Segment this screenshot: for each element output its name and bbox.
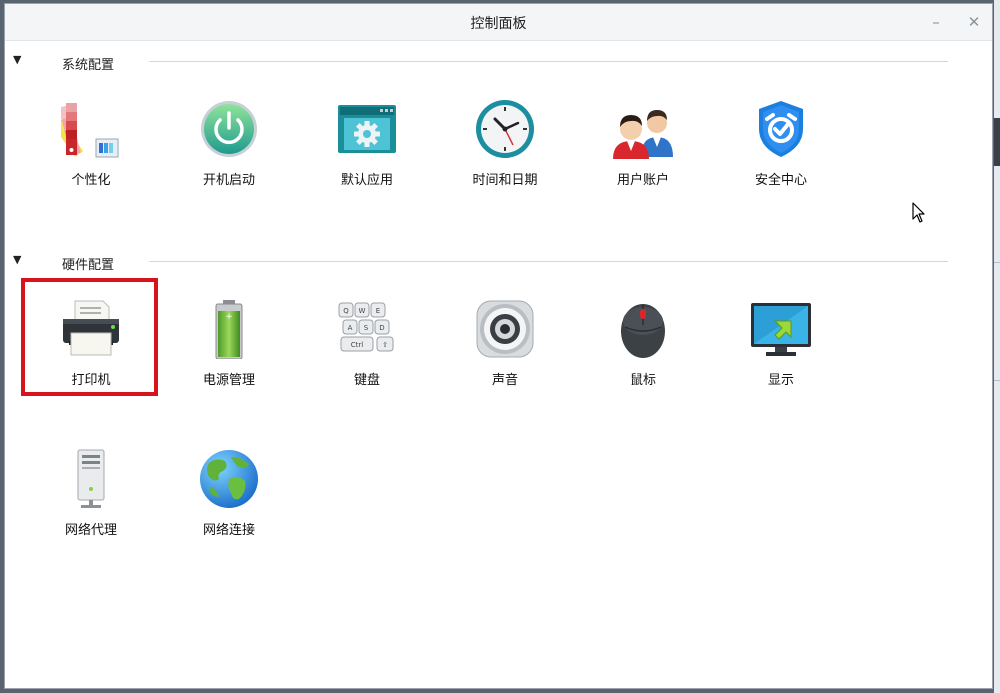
mouse-icon — [621, 304, 665, 358]
desktop-edge-dark — [994, 118, 1000, 166]
item-label: 声音 — [491, 373, 518, 388]
item-label: 用户账户 — [616, 173, 669, 188]
proxy-server-icon — [77, 449, 105, 508]
desktop-edge — [994, 0, 1000, 693]
section-divider — [149, 61, 948, 62]
key-d: D — [379, 324, 384, 332]
svg-text:+: + — [225, 312, 233, 322]
desktop-edge-line — [994, 380, 1000, 381]
item-default-apps[interactable]: 默认应用 — [307, 99, 427, 209]
item-label: 电源管理 — [202, 373, 255, 388]
users-icon — [613, 110, 673, 159]
item-display[interactable]: 显示 — [721, 299, 841, 409]
item-label: 默认应用 — [340, 173, 393, 188]
key-s: S — [364, 324, 369, 332]
item-security-center[interactable]: 安全中心 — [721, 99, 841, 209]
item-label: 网络连接 — [202, 523, 255, 538]
section-hardware-config: ▼ 硬件配置 — [5, 253, 992, 273]
section-label: 系统配置 — [62, 58, 115, 73]
minimize-button[interactable]: – — [924, 10, 948, 34]
window-title: 控制面板 — [470, 16, 527, 32]
item-user-accounts[interactable]: 用户账户 — [583, 99, 703, 209]
item-time-date[interactable]: 时间和日期 — [445, 99, 565, 209]
title-bar: 控制面板 – ✕ — [5, 4, 992, 41]
keyboard-icon: Q W E A S D Ctrl ⇧ — [338, 302, 394, 352]
item-label: 个性化 — [71, 173, 111, 188]
item-label: 时间和日期 — [472, 173, 538, 188]
key-shift: ⇧ — [382, 341, 388, 349]
section-system-config: ▼ 系统配置 — [5, 53, 992, 73]
printer-icon — [63, 300, 119, 356]
item-label: 网络代理 — [64, 523, 117, 538]
shield-icon — [759, 101, 803, 157]
item-label: 安全中心 — [754, 173, 807, 188]
item-label: 开机启动 — [202, 173, 255, 188]
desktop-edge-line — [994, 262, 1000, 263]
mouse-cursor-icon — [912, 202, 925, 223]
item-personalize[interactable]: 个性化 — [31, 99, 151, 209]
item-network-proxy[interactable]: 网络代理 — [31, 449, 151, 559]
key-ctrl: Ctrl — [351, 341, 364, 349]
control-panel-window: 控制面板 – ✕ ▼ 系统配置 个性化 开机启动 默认应用 时间和日期 用户账户… — [4, 3, 993, 689]
collapse-triangle-icon[interactable]: ▼ — [13, 253, 21, 266]
speaker-icon — [476, 300, 534, 358]
clock-icon — [476, 100, 534, 158]
item-label: 显示 — [767, 373, 794, 388]
default-apps-gear-icon — [338, 105, 396, 153]
key-w: W — [359, 307, 366, 315]
item-label: 键盘 — [353, 373, 380, 388]
item-power-management[interactable]: + 电源管理 — [169, 299, 289, 409]
item-label: 打印机 — [71, 373, 111, 388]
key-e: E — [376, 307, 380, 315]
monitor-icon — [751, 303, 811, 356]
battery-icon: + — [215, 300, 243, 359]
section-label: 硬件配置 — [62, 258, 115, 273]
color-palette-icon — [61, 103, 119, 158]
item-printer[interactable]: 打印机 — [31, 299, 151, 409]
item-startup[interactable]: 开机启动 — [169, 99, 289, 209]
key-q: Q — [343, 307, 349, 315]
close-button[interactable]: ✕ — [962, 10, 986, 34]
power-icon — [201, 101, 257, 157]
section-divider — [149, 261, 948, 262]
item-network-connection[interactable]: 网络连接 — [169, 449, 289, 559]
item-mouse[interactable]: 鼠标 — [583, 299, 703, 409]
item-label: 鼠标 — [629, 373, 656, 388]
globe-icon — [200, 450, 258, 508]
item-keyboard[interactable]: Q W E A S D Ctrl ⇧ 键盘 — [307, 299, 427, 409]
key-a: A — [348, 324, 353, 332]
collapse-triangle-icon[interactable]: ▼ — [13, 53, 21, 66]
item-sound[interactable]: 声音 — [445, 299, 565, 409]
